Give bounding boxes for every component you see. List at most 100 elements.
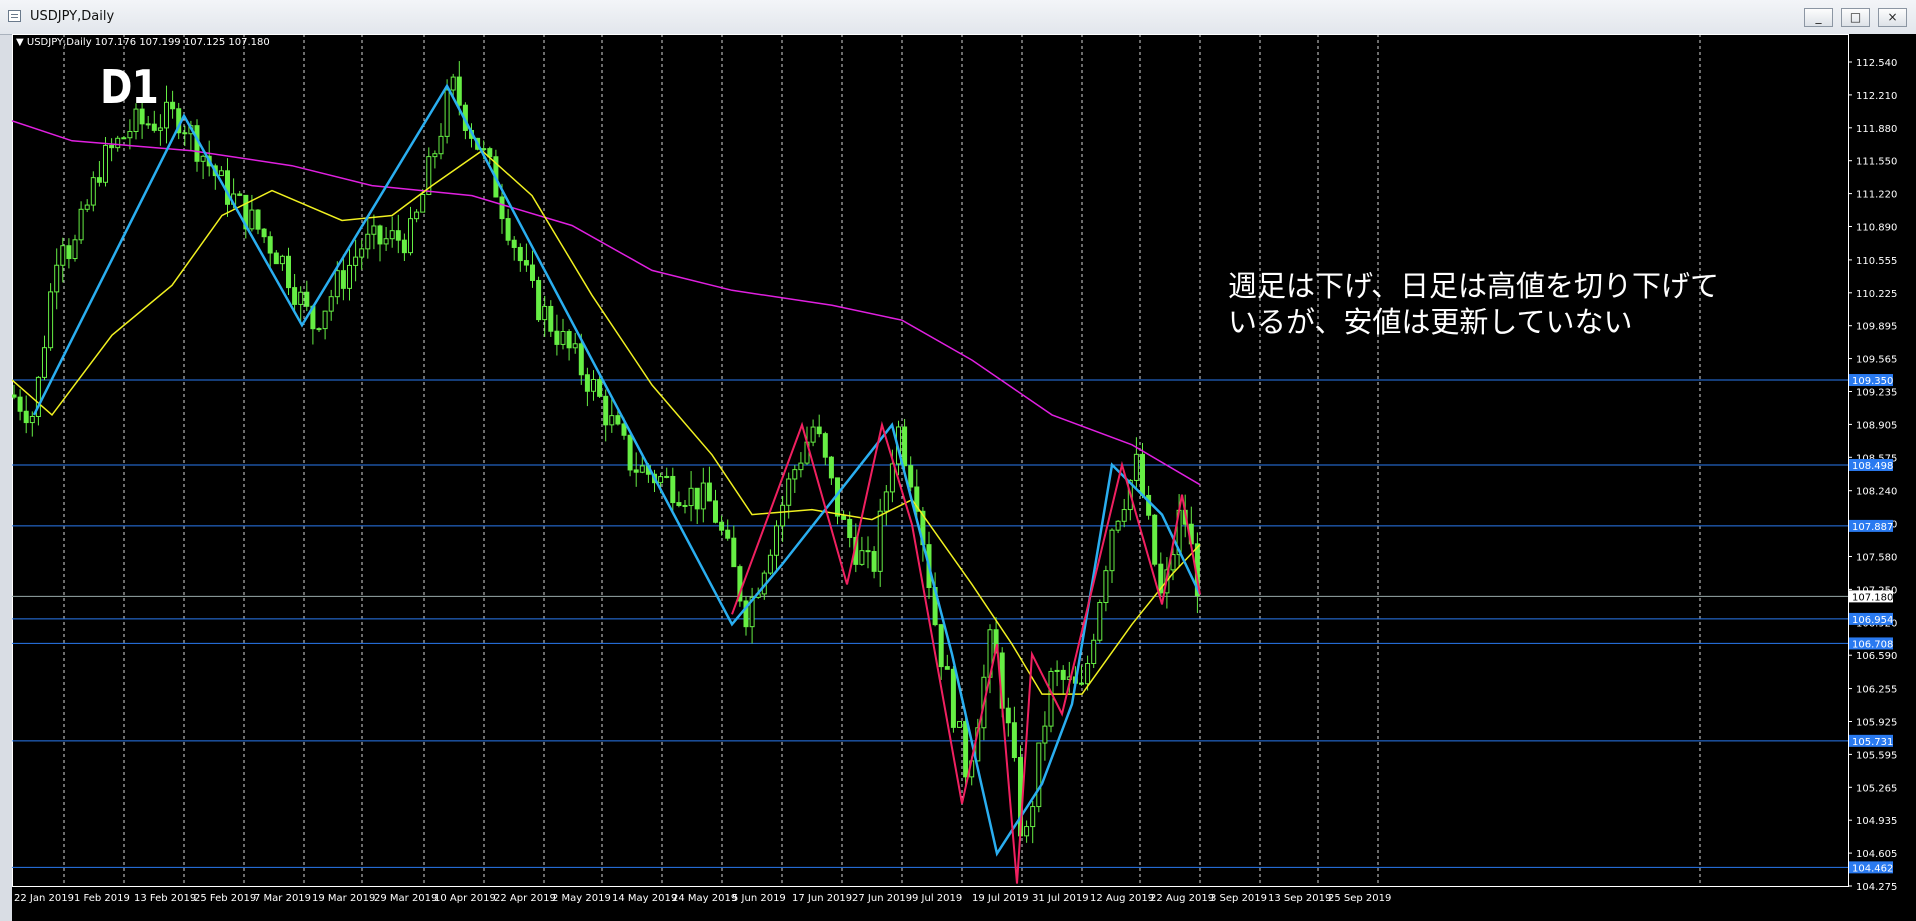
- symbol-header: ▼ USDJPY,Daily 107.176 107.199 107.125 1…: [16, 37, 270, 48]
- price-tick-label: 105.925: [1856, 717, 1897, 728]
- candle-body: [682, 504, 688, 507]
- price-tick-label: 111.220: [1856, 190, 1897, 201]
- minimize-button[interactable]: _: [1804, 8, 1833, 27]
- date-tick-label: 29 Mar 2019: [374, 893, 437, 904]
- candle-body: [1133, 453, 1139, 481]
- candle-body: [889, 463, 895, 493]
- candle-body: [499, 196, 505, 220]
- date-tick-label: 5 Jun 2019: [732, 893, 786, 904]
- close-button[interactable]: ×: [1878, 8, 1907, 27]
- date-tick-label: 1 Feb 2019: [74, 893, 130, 904]
- date-tick-label: 31 Jul 2019: [1032, 893, 1089, 904]
- candle-body: [1109, 529, 1115, 572]
- candle-body: [841, 515, 847, 520]
- date-tick-label: 3 Sep 2019: [1210, 893, 1267, 904]
- candle-body: [1024, 826, 1030, 837]
- candle-body: [658, 476, 664, 484]
- candle-body: [151, 123, 157, 131]
- candle-body: [200, 155, 206, 162]
- date-tick-label: 12 Aug 2019: [1090, 893, 1154, 904]
- candle-body: [633, 469, 639, 473]
- price-tick-label: 110.225: [1856, 289, 1897, 300]
- candle-body: [12, 394, 17, 398]
- candle-body: [560, 331, 566, 345]
- maximize-button[interactable]: □: [1841, 8, 1870, 27]
- candle-body: [950, 668, 956, 728]
- date-tick-label: 13 Sep 2019: [1268, 893, 1331, 904]
- candle-body: [1005, 707, 1011, 724]
- candle-body: [371, 225, 377, 235]
- candle-body: [883, 491, 889, 512]
- candle-body: [706, 482, 712, 502]
- candle-body: [340, 270, 346, 289]
- candle-body: [170, 101, 176, 110]
- timeframe-label: D1: [100, 60, 159, 114]
- dropdown-arrow-icon[interactable]: ▼: [16, 37, 24, 48]
- price-tick-label: 112.540: [1856, 58, 1897, 69]
- candle-body: [328, 296, 334, 312]
- price-tick-label: 110.890: [1856, 223, 1897, 234]
- candle-body: [676, 502, 682, 506]
- candle-body: [279, 255, 285, 265]
- candle-body: [1085, 663, 1091, 685]
- chart-canvas[interactable]: 22 Jan 2019 1 Feb 2019 13 Feb 201925 Feb 2…: [12, 34, 1916, 921]
- candle-body: [865, 550, 871, 553]
- level-price-label: 107.887: [1852, 522, 1893, 533]
- candle-body: [60, 245, 66, 266]
- candle-body: [182, 132, 188, 135]
- candle-body: [237, 193, 243, 196]
- chart-window-icon: [8, 10, 21, 22]
- candle-body: [353, 256, 359, 266]
- candle-body: [17, 396, 23, 412]
- title-bar[interactable]: USDJPY,Daily _ □ ×: [0, 0, 1916, 35]
- price-tick-label: 110.555: [1856, 256, 1897, 267]
- price-tick-label: 108.905: [1856, 420, 1897, 431]
- candle-body: [96, 177, 102, 183]
- candle-body: [145, 123, 151, 126]
- candle-body: [713, 500, 718, 523]
- date-tick-label: 25 Feb 2019: [194, 893, 256, 904]
- candle-body: [273, 252, 279, 265]
- candle-body: [1036, 742, 1042, 808]
- candle-body: [1030, 806, 1036, 828]
- candle-body: [304, 291, 310, 307]
- candle-body: [450, 76, 456, 91]
- candle-body: [566, 331, 572, 349]
- price-tick-label: 104.935: [1856, 816, 1897, 827]
- candle-body: [66, 245, 72, 260]
- date-tick-label: 10 Apr 2019: [434, 893, 496, 904]
- candle-body: [1079, 682, 1084, 685]
- candle-body: [1152, 514, 1158, 565]
- candle-body: [542, 305, 548, 321]
- candle-body: [322, 310, 328, 330]
- candle-body: [957, 721, 962, 728]
- level-price-label: 104.462: [1852, 863, 1893, 874]
- price-chart[interactable]: 22 Jan 2019 1 Feb 2019 13 Feb 2019 25 Feb 2…: [12, 34, 1916, 921]
- candle-body: [725, 529, 731, 539]
- candle-body: [1048, 670, 1054, 727]
- plot-frame: [12, 34, 1849, 887]
- candle-body: [414, 211, 420, 220]
- candle-body: [1091, 639, 1097, 665]
- date-tick-label: 17 Jun 2019: [792, 893, 852, 904]
- candle-body: [1011, 722, 1017, 759]
- candle-body: [621, 423, 627, 436]
- candle-body: [774, 525, 779, 556]
- candle-body: [719, 521, 725, 531]
- candle-body: [670, 475, 676, 504]
- candle-body: [536, 279, 542, 321]
- candle-body: [963, 721, 969, 778]
- candle-body: [902, 426, 908, 467]
- level-price-label: 106.708: [1852, 639, 1893, 650]
- candle-body: [1115, 520, 1121, 531]
- candle-body: [822, 433, 828, 458]
- candle-body: [444, 89, 450, 137]
- candle-body: [517, 246, 523, 262]
- candle-body: [456, 76, 462, 106]
- date-tick-label: 25 Sep 2019: [1328, 893, 1391, 904]
- candle-body: [1103, 570, 1109, 604]
- window-title: USDJPY,Daily: [30, 9, 115, 24]
- candle-body: [90, 177, 96, 206]
- price-tick-label: 109.565: [1856, 355, 1897, 366]
- price-tick-label: 107.580: [1856, 552, 1897, 563]
